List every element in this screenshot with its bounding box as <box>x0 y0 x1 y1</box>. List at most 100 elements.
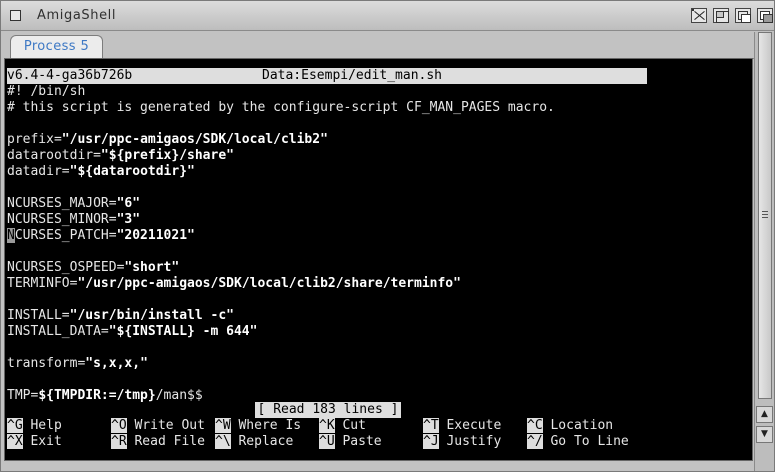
line-text: INSTALL= <box>7 308 70 323</box>
line-text: NCURSES_MAJOR= <box>7 196 117 211</box>
shortcut-item[interactable]: ^U Paste <box>319 434 382 450</box>
buffer-line: NCURSES_MINOR="3" <box>7 212 140 228</box>
line-text: NCURSES_MINOR= <box>7 212 117 227</box>
shortcut-key: ^U <box>319 434 335 449</box>
shortcut-item[interactable]: ^C Location <box>527 418 613 434</box>
terminal-console[interactable]: v6.4-4-ga36b726b Data:Esempi/edit_man.sh … <box>4 58 753 461</box>
status-message: [ Read 183 lines ] <box>255 402 401 418</box>
string-literal: "/usr/ppc-amigaos/SDK/local/clib2" <box>61 132 328 147</box>
buffer-line: INSTALL="/usr/bin/install -c" <box>7 308 234 324</box>
line-text: TERMINFO= <box>7 276 78 291</box>
buffer-line: TMP=${TMPDIR:=/tmp}/man$$ <box>7 388 203 404</box>
string-literal: "6" <box>116 196 141 211</box>
shortcut-label: Cut <box>342 418 366 433</box>
shortcut-label: Help <box>30 418 62 433</box>
title-bar[interactable]: AmigaShell <box>1 1 774 31</box>
line-text: TMP= <box>7 388 39 403</box>
line-text: # this script is generated by the config… <box>7 100 555 115</box>
shortcut-item[interactable]: ^/ Go To Line <box>527 434 629 450</box>
editor-version: v6.4-4-ga36b726b <box>7 68 133 83</box>
shortcut-item[interactable]: ^W Where Is <box>215 418 301 434</box>
shortcut-key: ^G <box>7 418 23 433</box>
shortcut-key: ^\ <box>215 434 231 449</box>
shortcut-item[interactable]: ^O Write Out <box>111 418 205 434</box>
line-text: INSTALL_DATA= <box>7 324 109 339</box>
string-literal: "s,x,x," <box>85 356 148 371</box>
shortcut-key: ^T <box>423 418 439 433</box>
amigashell-window: AmigaShell Process 5 v6.4-4-ga36b726b Dat… <box>0 0 775 472</box>
vertical-scrollbar[interactable]: ▲ ▼ <box>754 32 774 471</box>
line-text: datarootdir= <box>7 148 101 163</box>
buffer-line: NCURSES_MAJOR="6" <box>7 196 140 212</box>
editor-filename: Data:Esempi/edit_man.sh <box>262 68 443 83</box>
string-literal: "short" <box>124 260 180 275</box>
knob-grip-icon <box>762 217 768 218</box>
shortcut-label: Justify <box>446 434 502 449</box>
string-literal: "/usr/ppc-amigaos/SDK/local/clib2/share/… <box>77 276 461 291</box>
shortcut-label: Execute <box>446 418 502 433</box>
shortcut-key: ^C <box>527 418 543 433</box>
buffer-line: # this script is generated by the config… <box>7 100 555 116</box>
buffer-line: prefix="/usr/ppc-amigaos/SDK/local/clib2… <box>7 132 328 148</box>
shortcut-key: ^X <box>7 434 23 449</box>
string-literal: "3" <box>116 212 141 227</box>
shortcut-label: Location <box>550 418 614 433</box>
shortcut-key: ^J <box>423 434 439 449</box>
shortcut-item[interactable]: ^J Justify <box>423 434 501 450</box>
shortcut-label: Go To Line <box>550 434 629 449</box>
tab-process-5[interactable]: Process 5 <box>10 35 103 59</box>
shortcut-key: ^/ <box>527 434 543 449</box>
string-literal: "20211021" <box>116 228 195 243</box>
buffer-line: INSTALL_DATA="${INSTALL} -m 644" <box>7 324 257 340</box>
shortcut-item[interactable]: ^R Read File <box>111 434 205 450</box>
shortcut-key: ^W <box>215 418 231 433</box>
shortcut-label: Read File <box>134 434 205 449</box>
nano-header-bar: v6.4-4-ga36b726b Data:Esempi/edit_man.sh <box>7 68 647 84</box>
shortcut-label: Exit <box>30 434 62 449</box>
shortcut-key: ^R <box>111 434 127 449</box>
buffer-line: transform="s,x,x," <box>7 356 148 372</box>
scrollbar-knob[interactable] <box>758 32 772 399</box>
string-literal: "${INSTALL} -m 644" <box>108 324 258 339</box>
text-cursor: N <box>7 228 15 243</box>
buffer-line: NCURSES_PATCH="20211021" <box>7 228 195 244</box>
string-literal: "${prefix}/share" <box>100 148 234 163</box>
scroll-down-arrow-icon[interactable]: ▼ <box>756 426 773 443</box>
line-text: #! /bin/sh <box>7 84 86 99</box>
shortcut-key: ^O <box>111 418 127 433</box>
shortcut-item[interactable]: ^G Help <box>7 418 62 434</box>
string-literal: "/usr/bin/install -c" <box>69 308 234 323</box>
zoom-gadget-icon[interactable] <box>713 8 729 23</box>
shortcut-label: Where Is <box>238 418 302 433</box>
knob-grip-icon <box>762 214 768 215</box>
shortcut-label: Replace <box>238 434 294 449</box>
line-text: transform= <box>7 356 86 371</box>
shortcut-label: Write Out <box>134 418 205 433</box>
iconify-gadget-icon[interactable] <box>691 8 707 23</box>
buffer-line: datarootdir="${prefix}/share" <box>7 148 234 164</box>
line-text: datadir= <box>7 164 70 179</box>
buffer-line: TERMINFO="/usr/ppc-amigaos/SDK/local/cli… <box>7 276 461 292</box>
line-text: NCURSES_OSPEED= <box>7 260 125 275</box>
line-text: /man$$ <box>155 388 203 403</box>
knob-grip-icon <box>762 211 768 212</box>
shortcut-key: ^K <box>319 418 335 433</box>
tab-bar: Process 5 <box>7 32 757 59</box>
shortcut-label: Paste <box>342 434 382 449</box>
shortcut-item[interactable]: ^\ Replace <box>215 434 293 450</box>
depth-gadget-icon[interactable] <box>735 8 751 23</box>
close-gadget-icon[interactable] <box>10 10 21 21</box>
string-literal: "${datarootdir}" <box>69 164 195 179</box>
window-title: AmigaShell <box>37 8 117 23</box>
scroll-up-arrow-icon[interactable]: ▲ <box>756 406 773 423</box>
shortcut-item[interactable]: ^T Execute <box>423 418 501 434</box>
line-text: CURSES_PATCH= <box>14 228 117 243</box>
buffer-line: datadir="${datarootdir}" <box>7 164 195 180</box>
buffer-line: #! /bin/sh <box>7 84 85 100</box>
line-text: prefix= <box>7 132 62 147</box>
buffer-line: NCURSES_OSPEED="short" <box>7 260 179 276</box>
depth-back-gadget-icon[interactable] <box>757 8 773 23</box>
shortcut-item[interactable]: ^K Cut <box>319 418 366 434</box>
shortcut-item[interactable]: ^X Exit <box>7 434 62 450</box>
tab-label: Process 5 <box>23 39 90 54</box>
